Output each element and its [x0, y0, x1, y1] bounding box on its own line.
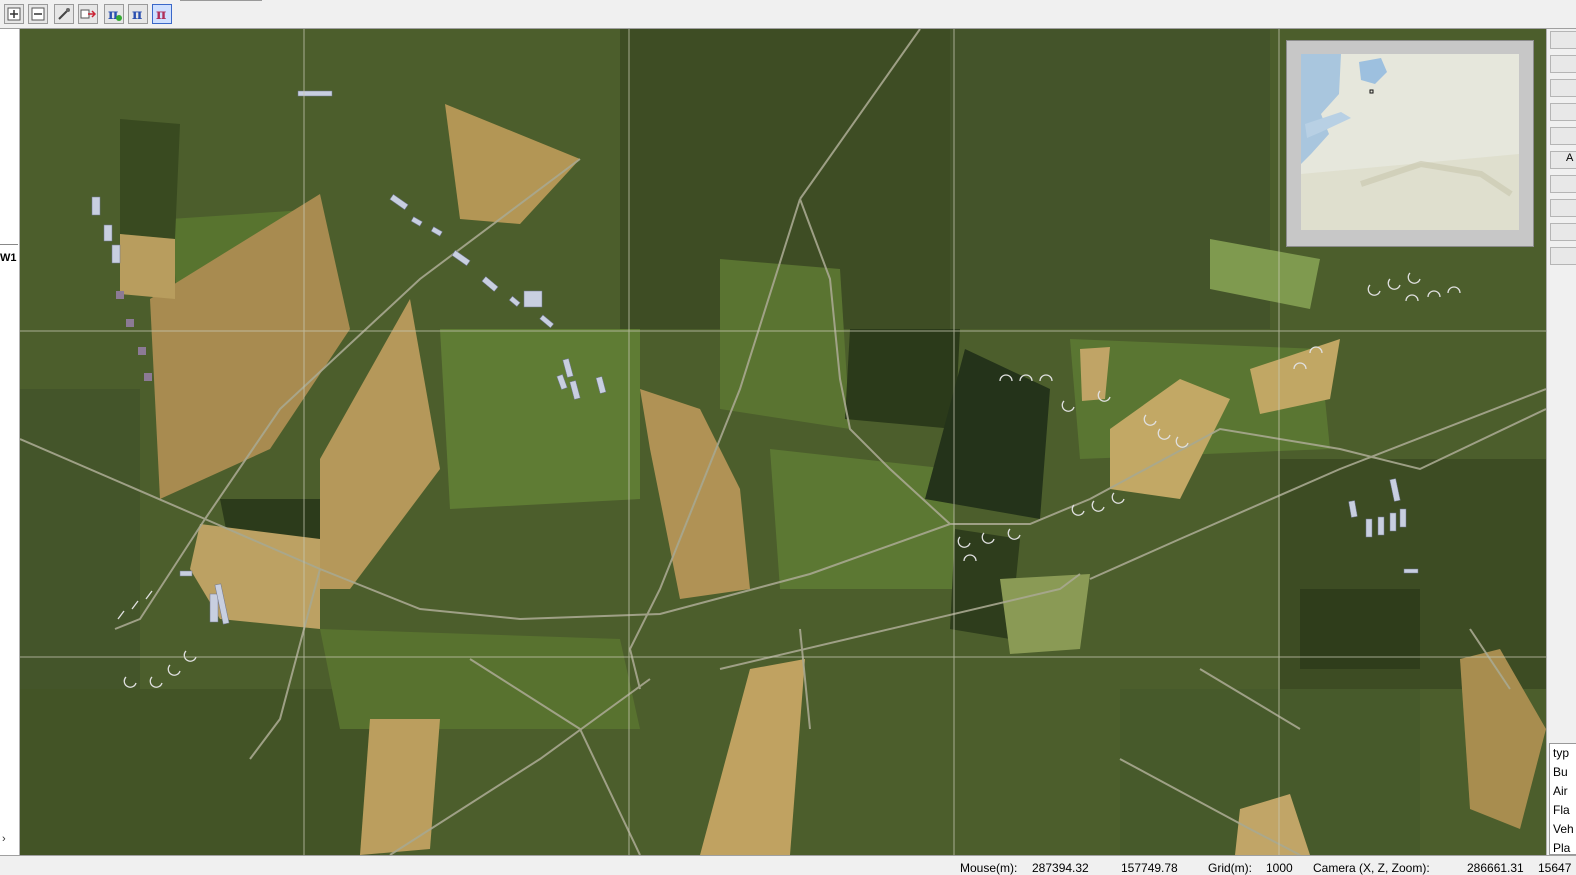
tab-line — [180, 0, 262, 1]
marker — [111, 244, 121, 264]
picker-button[interactable] — [54, 4, 74, 24]
dark-field — [845, 329, 960, 429]
export-button[interactable] — [78, 4, 98, 24]
type-list[interactable]: typ Bu Air Fla Veh Pla — [1549, 743, 1576, 855]
zoom-out-button[interactable] — [28, 4, 48, 24]
right-button-2[interactable] — [1550, 55, 1576, 73]
list-item[interactable]: Pla — [1550, 839, 1576, 854]
status-bar: Mouse(m): 287394.32 157749.78 Grid(m): 1… — [0, 855, 1576, 875]
dark-field — [120, 119, 180, 239]
marker — [126, 319, 134, 327]
right-button-4[interactable] — [1550, 103, 1576, 121]
right-button-3[interactable] — [1550, 79, 1576, 97]
marker — [297, 90, 333, 97]
marker — [144, 373, 152, 381]
marker — [103, 224, 113, 242]
list-item[interactable]: Veh — [1550, 820, 1576, 839]
tan-field — [1000, 574, 1090, 654]
mouse-z-value: 157749.78 — [1121, 861, 1178, 875]
pi-red-glyph: π — [156, 7, 166, 22]
pi-red-icon: π — [156, 7, 166, 22]
minimap-image — [1301, 54, 1519, 230]
marker — [91, 196, 101, 216]
mouse-x-value: 287394.32 — [1032, 861, 1089, 875]
pi-tool-2-button[interactable]: π — [128, 4, 148, 24]
right-button-8[interactable] — [1550, 199, 1576, 217]
marker — [209, 593, 219, 623]
zoom-in-button[interactable] — [4, 4, 24, 24]
marker — [179, 570, 193, 577]
left-scroll-arrow[interactable]: › — [2, 833, 6, 845]
right-button-5[interactable] — [1550, 127, 1576, 145]
tan-field — [1080, 347, 1110, 401]
pi-green-icon: π — [108, 7, 122, 22]
left-panel-strip — [0, 244, 18, 835]
grass-field — [770, 449, 960, 589]
marker — [1389, 512, 1397, 532]
right-panel: A typ Bu Air Fla Veh Pla — [1546, 29, 1576, 855]
plus-icon — [7, 7, 21, 21]
tan-field — [360, 719, 440, 855]
minimap[interactable] — [1286, 40, 1534, 247]
mouse-label: Mouse(m): — [960, 861, 1018, 875]
right-button-7[interactable] — [1550, 175, 1576, 193]
forest-patch — [20, 689, 380, 855]
marker — [1377, 516, 1385, 536]
grid-value: 1000 — [1266, 861, 1293, 875]
grass-field — [440, 329, 640, 509]
grid-label: Grid(m): — [1208, 861, 1252, 875]
forest-patch — [20, 389, 140, 689]
camera-label: Camera (X, Z, Zoom): — [1313, 861, 1430, 875]
pi-tool-1-button[interactable]: π — [104, 4, 124, 24]
list-item[interactable]: typ — [1550, 744, 1576, 763]
right-button-9[interactable] — [1550, 223, 1576, 241]
tan-field — [120, 234, 175, 299]
grass-field — [320, 629, 640, 729]
marker — [1365, 518, 1373, 538]
list-item[interactable]: Air — [1550, 782, 1576, 801]
marker — [138, 347, 146, 355]
left-panel-tag: W1 — [0, 252, 17, 264]
right-button-a[interactable]: A — [1550, 151, 1576, 169]
marker — [1403, 568, 1419, 574]
left-panel: W1 › — [0, 29, 20, 855]
marker — [116, 291, 124, 299]
pi-blue-glyph: π — [132, 7, 142, 22]
marker — [1399, 508, 1407, 528]
pi-tool-3-button[interactable]: π — [152, 4, 172, 24]
right-button-1[interactable] — [1550, 31, 1576, 49]
arrow-right-icon — [80, 9, 96, 19]
pi-blue-icon: π — [132, 7, 142, 22]
eyedropper-icon — [58, 8, 70, 20]
list-item[interactable]: Fla — [1550, 801, 1576, 820]
camera-x-value: 286661.31 — [1467, 861, 1524, 875]
camera-z-value: 15647 — [1538, 861, 1572, 875]
list-item[interactable]: Bu — [1550, 763, 1576, 782]
right-button-10[interactable] — [1550, 247, 1576, 265]
map-viewport[interactable] — [20, 29, 1546, 855]
minus-icon — [31, 7, 45, 21]
toolbar: π π π — [0, 0, 1576, 29]
marker — [523, 290, 543, 308]
